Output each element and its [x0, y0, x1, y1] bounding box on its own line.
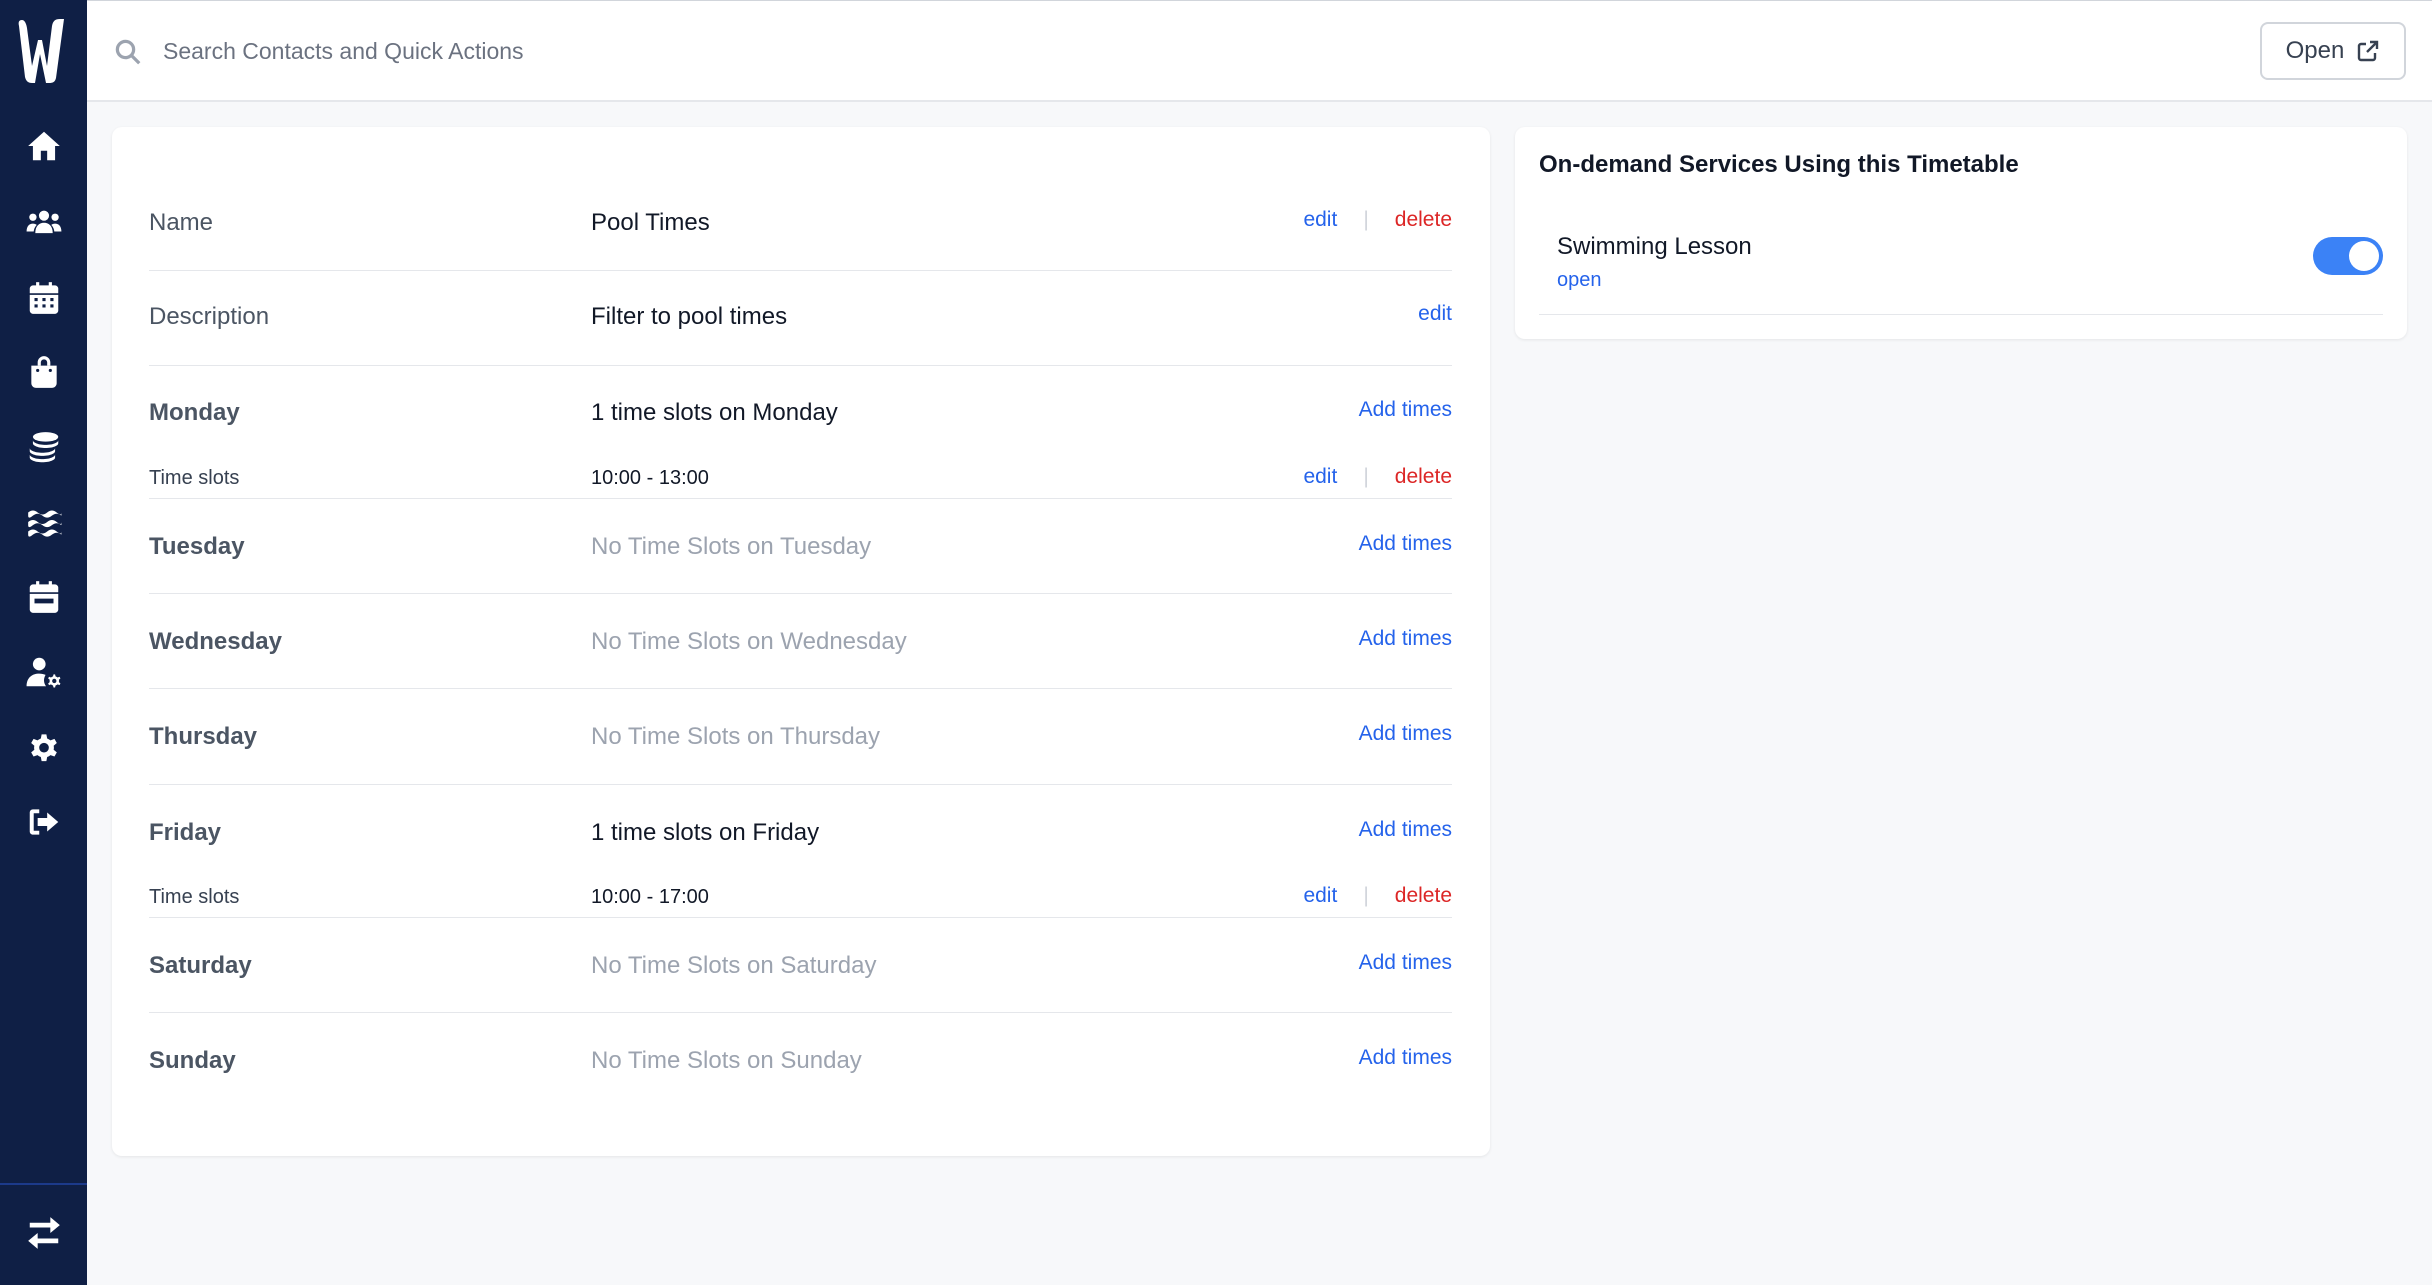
- day-actions: Add times: [1359, 818, 1452, 842]
- day-label: Monday: [149, 399, 240, 426]
- name-edit-link[interactable]: edit: [1303, 208, 1337, 232]
- add-times-link[interactable]: Add times: [1359, 818, 1452, 842]
- add-times-link[interactable]: Add times: [1359, 398, 1452, 422]
- day-row-wednesday: Wednesday No Time Slots on Wednesday Add…: [149, 594, 1452, 689]
- day-summary: 1 time slots on Monday: [591, 399, 838, 426]
- search-icon: [113, 37, 143, 67]
- day-label: Saturday: [149, 952, 252, 979]
- toggle-knob: [2349, 241, 2379, 271]
- day-row-friday: Friday 1 time slots on Friday Add times …: [149, 785, 1452, 918]
- sidebar: [0, 0, 87, 1285]
- search-input[interactable]: [163, 29, 1063, 73]
- time-slot-actions: edit | delete: [1303, 884, 1452, 908]
- nav-water-icon[interactable]: [24, 502, 64, 542]
- services-card: On-demand Services Using this Timetable …: [1515, 127, 2407, 339]
- top-bar: Open: [87, 0, 2432, 102]
- nav-calendar-day-icon[interactable]: [24, 577, 64, 617]
- day-label: Thursday: [149, 723, 258, 750]
- name-delete-link[interactable]: delete: [1395, 208, 1452, 232]
- day-summary: No Time Slots on Tuesday: [591, 533, 872, 560]
- day-label: Wednesday: [149, 628, 282, 655]
- description-value: Filter to pool times: [591, 303, 788, 330]
- nav-users-icon[interactable]: [24, 202, 64, 242]
- action-separator: |: [1363, 465, 1369, 488]
- service-name: Swimming Lesson: [1557, 233, 1752, 260]
- nav-exchange-icon[interactable]: [24, 1213, 64, 1253]
- description-row: Description Filter to pool times edit: [149, 271, 1452, 366]
- day-label: Sunday: [149, 1047, 236, 1074]
- time-slot-value: 10:00 - 13:00: [591, 467, 709, 489]
- nav-sign-out-icon[interactable]: [24, 802, 64, 842]
- action-separator: |: [1363, 884, 1369, 907]
- nav-coins-icon[interactable]: [24, 428, 64, 468]
- brand-logo[interactable]: [18, 16, 68, 86]
- service-open-link[interactable]: open: [1557, 269, 1602, 292]
- day-summary: No Time Slots on Sunday: [591, 1047, 862, 1074]
- time-slot-edit-link[interactable]: edit: [1303, 884, 1337, 908]
- name-label: Name: [149, 209, 214, 236]
- services-title: On-demand Services Using this Timetable: [1539, 151, 2019, 178]
- day-row-saturday: Saturday No Time Slots on Saturday Add t…: [149, 918, 1452, 1013]
- day-actions: Add times: [1359, 722, 1452, 746]
- name-row: Name Pool Times edit | delete: [149, 187, 1452, 271]
- add-times-link[interactable]: Add times: [1359, 532, 1452, 556]
- time-slot-edit-link[interactable]: edit: [1303, 465, 1337, 489]
- add-times-link[interactable]: Add times: [1359, 627, 1452, 651]
- day-actions: Add times: [1359, 627, 1452, 651]
- nav-shopping-bag-icon[interactable]: [24, 352, 64, 392]
- open-button[interactable]: Open: [2260, 22, 2406, 80]
- day-actions: Add times: [1359, 532, 1452, 556]
- nav-calendar-icon[interactable]: [24, 278, 64, 318]
- time-slot-actions: edit | delete: [1303, 465, 1452, 489]
- time-slots-label: Time slots: [149, 467, 240, 489]
- add-times-link[interactable]: Add times: [1359, 951, 1452, 975]
- time-slot-delete-link[interactable]: delete: [1395, 465, 1452, 489]
- nav-user-gear-icon[interactable]: [24, 652, 64, 692]
- time-slots-label: Time slots: [149, 886, 240, 908]
- timetable-card: Name Pool Times edit | delete Descriptio…: [112, 127, 1490, 1156]
- day-summary: No Time Slots on Wednesday: [591, 628, 907, 655]
- day-row-thursday: Thursday No Time Slots on Thursday Add t…: [149, 689, 1452, 785]
- external-link-icon: [2358, 40, 2379, 62]
- add-times-link[interactable]: Add times: [1359, 722, 1452, 746]
- nav-gear-icon[interactable]: [24, 727, 64, 767]
- add-times-link[interactable]: Add times: [1359, 1046, 1452, 1070]
- nav-home-icon[interactable]: [24, 126, 64, 166]
- day-row-tuesday: Tuesday No Time Slots on Tuesday Add tim…: [149, 499, 1452, 594]
- time-slot-value: 10:00 - 17:00: [591, 886, 709, 908]
- sidebar-divider: [0, 1183, 87, 1185]
- service-row: Swimming Lesson open: [1539, 223, 2383, 315]
- day-summary: No Time Slots on Thursday: [591, 723, 881, 750]
- day-actions: Add times: [1359, 398, 1452, 422]
- action-separator: |: [1363, 208, 1369, 231]
- service-enabled-toggle[interactable]: [2313, 237, 2383, 275]
- description-actions: edit: [1418, 302, 1452, 326]
- day-actions: Add times: [1359, 951, 1452, 975]
- day-label: Friday: [149, 819, 222, 846]
- day-row-monday: Monday 1 time slots on Monday Add times …: [149, 366, 1452, 499]
- description-label: Description: [149, 303, 270, 330]
- day-label: Tuesday: [149, 533, 245, 560]
- day-row-sunday: Sunday No Time Slots on Sunday Add times: [149, 1013, 1452, 1108]
- day-summary: No Time Slots on Saturday: [591, 952, 877, 979]
- day-summary: 1 time slots on Friday: [591, 819, 820, 846]
- name-actions: edit | delete: [1303, 208, 1452, 232]
- time-slot-delete-link[interactable]: delete: [1395, 884, 1452, 908]
- description-edit-link[interactable]: edit: [1418, 302, 1452, 326]
- open-button-label: Open: [2285, 37, 2345, 64]
- name-value: Pool Times: [591, 209, 710, 236]
- day-actions: Add times: [1359, 1046, 1452, 1070]
